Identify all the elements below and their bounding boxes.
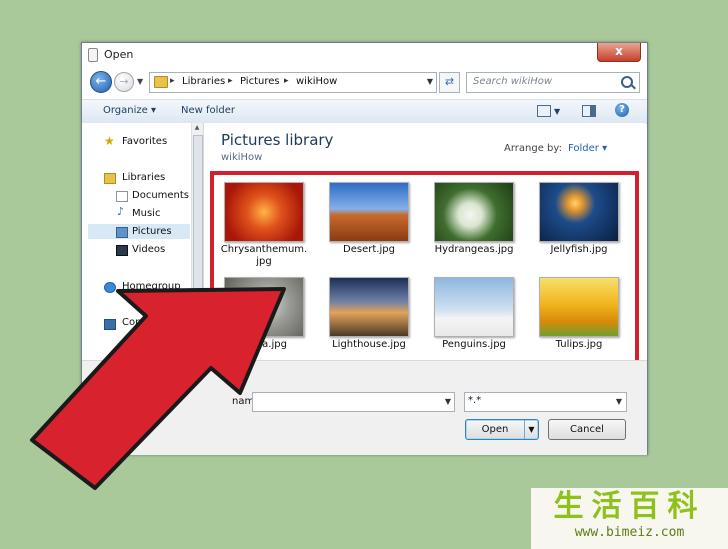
open-dialog: Open x ← → ▼ ▸ Libraries ▸ Pictures ▸ wi… [81, 42, 648, 455]
sidebar-item-homegroup[interactable]: Homegroup [122, 281, 181, 292]
library-title: Pictures library [221, 131, 334, 149]
folder-icon [154, 76, 168, 88]
file-type-filter[interactable]: *.* ▼ [464, 392, 627, 412]
star-icon: ★ [104, 134, 115, 148]
file-thumbnail-desert[interactable] [329, 182, 409, 242]
sidebar-item-documents[interactable]: Documents [132, 190, 189, 201]
breadcrumb-separator: ▸ [228, 76, 233, 86]
file-name-desert[interactable]: Desert.jpg [319, 244, 419, 256]
open-button[interactable]: Open ▼ [465, 419, 539, 440]
window-title: Open [104, 48, 134, 61]
file-name-tulips[interactable]: Tulips.jpg [529, 339, 629, 351]
chevron-down-icon[interactable]: ▼ [427, 77, 433, 86]
file-type-value[interactable]: *.* [468, 395, 481, 406]
title-bar: Open x [82, 43, 647, 67]
chevron-down-icon[interactable]: ▼ [616, 397, 622, 406]
scroll-thumb[interactable] [193, 135, 203, 297]
forward-button[interactable]: → [114, 72, 134, 92]
document-icon [88, 48, 98, 62]
file-thumbnail-koala[interactable] [224, 277, 304, 337]
address-row: ← → ▼ ▸ Libraries ▸ Pictures ▸ wikiHow ▼… [82, 67, 647, 99]
refresh-button[interactable]: ⇄ [439, 72, 460, 93]
breadcrumb-pictures[interactable]: Pictures [240, 76, 280, 87]
file-list-area: Pictures library wikiHow Arrange by: Fol… [204, 123, 646, 368]
search-icon[interactable] [621, 76, 633, 88]
scroll-up-icon[interactable]: ▲ [193, 124, 201, 132]
sidebar-item-libraries[interactable]: Libraries [122, 172, 165, 183]
breadcrumb-separator: ▸ [170, 76, 175, 86]
file-thumbnail-tulips[interactable] [539, 277, 619, 337]
search-input[interactable]: Search wikiHow [473, 76, 552, 87]
document-icon [116, 191, 128, 202]
watermark-url: www.bimeiz.com [574, 525, 685, 540]
help-icon[interactable]: ? [615, 103, 629, 117]
bottom-panel: name: ▼ *.* ▼ Open ▼ Cancel [82, 360, 647, 455]
open-button-label[interactable]: Open [466, 420, 524, 439]
file-thumbnail-lighthouse[interactable] [329, 277, 409, 337]
sidebar-scrollbar[interactable]: ▲ ▼ [191, 123, 203, 359]
arrange-by-label: Arrange by: [504, 143, 562, 154]
homegroup-icon [104, 282, 116, 293]
back-button[interactable]: ← [90, 71, 112, 93]
library-subtitle: wikiHow [221, 152, 263, 163]
view-options-icon[interactable] [537, 105, 551, 117]
file-name-hydrangeas[interactable]: Hydrangeas.jpg [424, 244, 524, 256]
watermark: 生活百科 www.bimeiz.com [531, 488, 728, 549]
preview-pane-icon[interactable] [582, 105, 596, 117]
breadcrumb-wikihow[interactable]: wikiHow [296, 76, 337, 87]
sidebar-item-favorites[interactable]: Favorites [122, 136, 167, 147]
close-button[interactable]: x [597, 43, 641, 62]
sidebar-item-computer[interactable]: Computer [122, 317, 172, 328]
file-thumbnail-hydrangeas[interactable] [434, 182, 514, 242]
arrange-by-dropdown[interactable]: Folder ▾ [568, 143, 607, 154]
file-name-input[interactable]: ▼ [252, 392, 455, 412]
command-bar: Organize ▾ New folder ▼ ? [82, 99, 647, 124]
scroll-down-icon[interactable]: ▼ [193, 349, 201, 357]
sidebar-item-videos[interactable]: Videos [132, 244, 165, 255]
cancel-button[interactable]: Cancel [548, 419, 626, 440]
open-options-dropdown[interactable]: ▼ [524, 420, 538, 439]
sidebar-item-pictures[interactable]: Pictures [132, 226, 172, 237]
file-name-koala[interactable]: Koala.jpg [214, 339, 314, 351]
organize-button[interactable]: Organize ▾ [103, 105, 156, 116]
library-icon [104, 173, 116, 184]
breadcrumb-libraries[interactable]: Libraries [182, 76, 225, 87]
file-thumbnail-jellyfish[interactable] [539, 182, 619, 242]
file-thumbnail-chrysanthemum[interactable] [224, 182, 304, 242]
sidebar-item-music[interactable]: Music [132, 208, 160, 219]
pictures-icon [116, 227, 128, 238]
file-name-chrysanthemum[interactable]: Chrysanthemum. jpg [214, 244, 314, 268]
address-bar[interactable]: ▸ Libraries ▸ Pictures ▸ wikiHow ▼ [149, 72, 437, 93]
arrange-by-value[interactable]: Folder [568, 143, 599, 154]
navigation-pane: ★ Favorites Libraries Documents ♪ Music … [82, 123, 204, 359]
file-name-penguins[interactable]: Penguins.jpg [424, 339, 524, 351]
recent-pages-dropdown[interactable]: ▼ [137, 77, 143, 86]
highlight-box: Chrysanthemum. jpg Desert.jpg Hydrangeas.… [210, 171, 639, 368]
file-name-jellyfish[interactable]: Jellyfish.jpg [529, 244, 629, 256]
computer-icon [104, 319, 116, 330]
chevron-down-icon[interactable]: ▼ [554, 107, 560, 116]
new-folder-button[interactable]: New folder [181, 105, 235, 116]
video-icon [116, 245, 128, 256]
file-name-lighthouse[interactable]: Lighthouse.jpg [319, 339, 419, 351]
chevron-down-icon[interactable]: ▼ [445, 397, 451, 406]
breadcrumb-separator: ▸ [284, 76, 289, 86]
file-thumbnail-penguins[interactable] [434, 277, 514, 337]
watermark-logo: 生活百科 [553, 489, 706, 524]
search-box[interactable]: Search wikiHow [466, 72, 640, 93]
music-note-icon: ♪ [117, 205, 125, 218]
